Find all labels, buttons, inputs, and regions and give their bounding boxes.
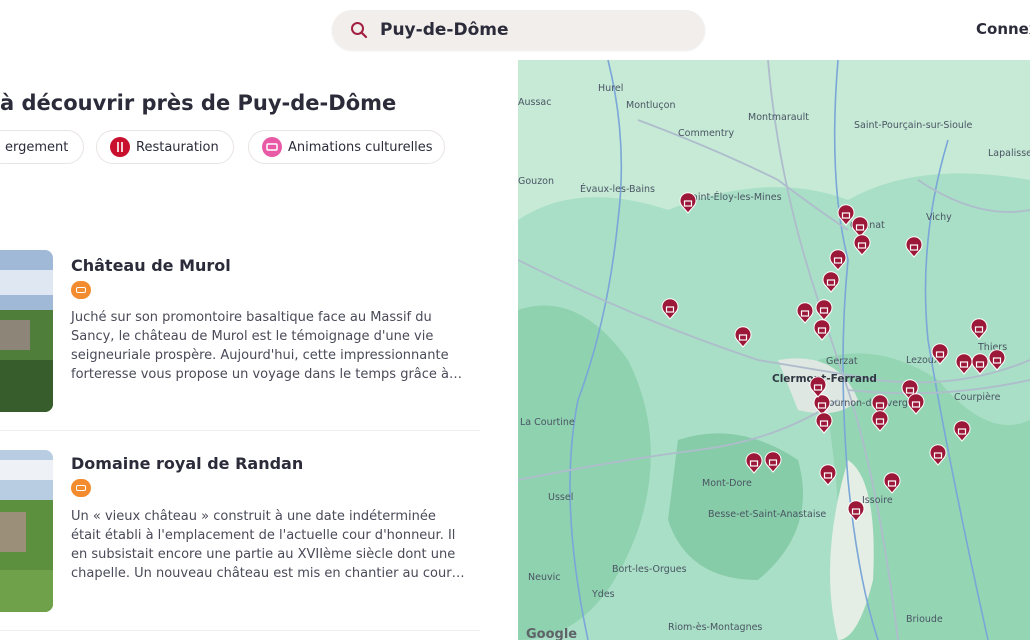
town-label: Saint-Éloy-les-Mines xyxy=(686,191,782,203)
card-title[interactable]: Domaine royal de Randan xyxy=(71,454,303,473)
town-label: Ydes xyxy=(591,589,615,600)
divider xyxy=(0,630,480,631)
town-label: La Courtine xyxy=(520,417,575,428)
town-label: Aussac xyxy=(518,97,551,108)
map-marker[interactable] xyxy=(679,192,697,214)
search-icon xyxy=(351,22,368,39)
card-description: Juché sur son promontoire basaltique fac… xyxy=(71,310,462,382)
town-label: Évaux-les-Bains xyxy=(580,183,655,195)
divider xyxy=(0,430,480,431)
map-marker[interactable] xyxy=(815,412,833,434)
town-label: Ussel xyxy=(548,492,573,503)
map-marker[interactable] xyxy=(853,234,871,256)
filter-restauration[interactable]: Restauration xyxy=(96,130,234,164)
results-heading: à découvrir près de Puy-de-Dôme xyxy=(0,91,397,115)
filter-hebergement[interactable]: ergement xyxy=(0,130,84,164)
results-panel: à découvrir près de Puy-de-Dôme ergement… xyxy=(0,60,518,640)
map-marker[interactable] xyxy=(796,302,814,324)
cutlery-icon xyxy=(110,137,130,157)
map-marker[interactable] xyxy=(813,319,831,341)
town-label: Bort-les-Orgues xyxy=(612,564,687,575)
map-marker[interactable] xyxy=(661,298,679,320)
filter-label: Animations culturelles xyxy=(288,139,433,155)
filter-animations-culturelles[interactable]: Animations culturelles xyxy=(248,130,445,164)
top-bar: Puy-de-Dôme Connex xyxy=(0,0,1030,60)
filter-label: Restauration xyxy=(136,139,219,155)
map-marker[interactable] xyxy=(815,299,833,321)
card-image xyxy=(0,250,53,412)
town-label: Commentry xyxy=(678,128,734,139)
map-marker[interactable] xyxy=(822,271,840,293)
town-label: Mont-Dore xyxy=(702,478,752,489)
sofa-icon xyxy=(71,281,91,299)
town-label: Vichy xyxy=(926,212,952,223)
card-description: Un « vieux château » construit à une dat… xyxy=(71,509,465,581)
town-label: Hurel xyxy=(598,83,623,94)
town-label: Neuvic xyxy=(528,572,560,583)
map-attribution: Google xyxy=(526,627,577,640)
town-label: Montluçon xyxy=(626,100,675,111)
map[interactable]: Hurel Montluçon Montmarault Commentry Sa… xyxy=(518,60,1030,640)
map-marker[interactable] xyxy=(829,249,847,271)
map-marker[interactable] xyxy=(971,353,989,375)
town-label: Gouzon xyxy=(518,176,554,187)
login-link[interactable]: Connex xyxy=(976,20,1030,38)
card-title[interactable]: Château de Murol xyxy=(71,256,231,275)
filter-label: ergement xyxy=(5,139,69,155)
town-label: Issoire xyxy=(862,495,893,506)
town-label: Cournon-d'Auvergne xyxy=(822,398,920,409)
town-label: Saint-Pourçain-sur-Sioule xyxy=(854,120,973,131)
search-input[interactable]: Puy-de-Dôme xyxy=(380,20,509,40)
map-marker[interactable] xyxy=(905,236,923,258)
town-label: Riom-ès-Montagnes xyxy=(668,622,762,633)
town-label: Brioude xyxy=(906,614,943,625)
ticket-icon xyxy=(262,137,282,157)
search-bar[interactable]: Puy-de-Dôme xyxy=(332,10,705,50)
sofa-icon xyxy=(71,479,91,497)
town-label: Courpière xyxy=(954,392,1001,403)
map-marker[interactable] xyxy=(734,326,752,348)
map-marker[interactable] xyxy=(955,353,973,375)
card-image xyxy=(0,450,53,612)
map-canvas[interactable]: Hurel Montluçon Montmarault Commentry Sa… xyxy=(518,60,1030,640)
town-label: Lapalisse xyxy=(988,148,1030,159)
town-label: Montmarault xyxy=(748,112,809,123)
map-marker[interactable] xyxy=(851,216,869,238)
map-marker[interactable] xyxy=(819,464,837,486)
map-marker[interactable] xyxy=(970,318,988,340)
town-label: Besse-et-Saint-Anastaise xyxy=(708,509,826,520)
town-label: Gerzat xyxy=(826,356,858,367)
map-marker[interactable] xyxy=(988,349,1006,371)
